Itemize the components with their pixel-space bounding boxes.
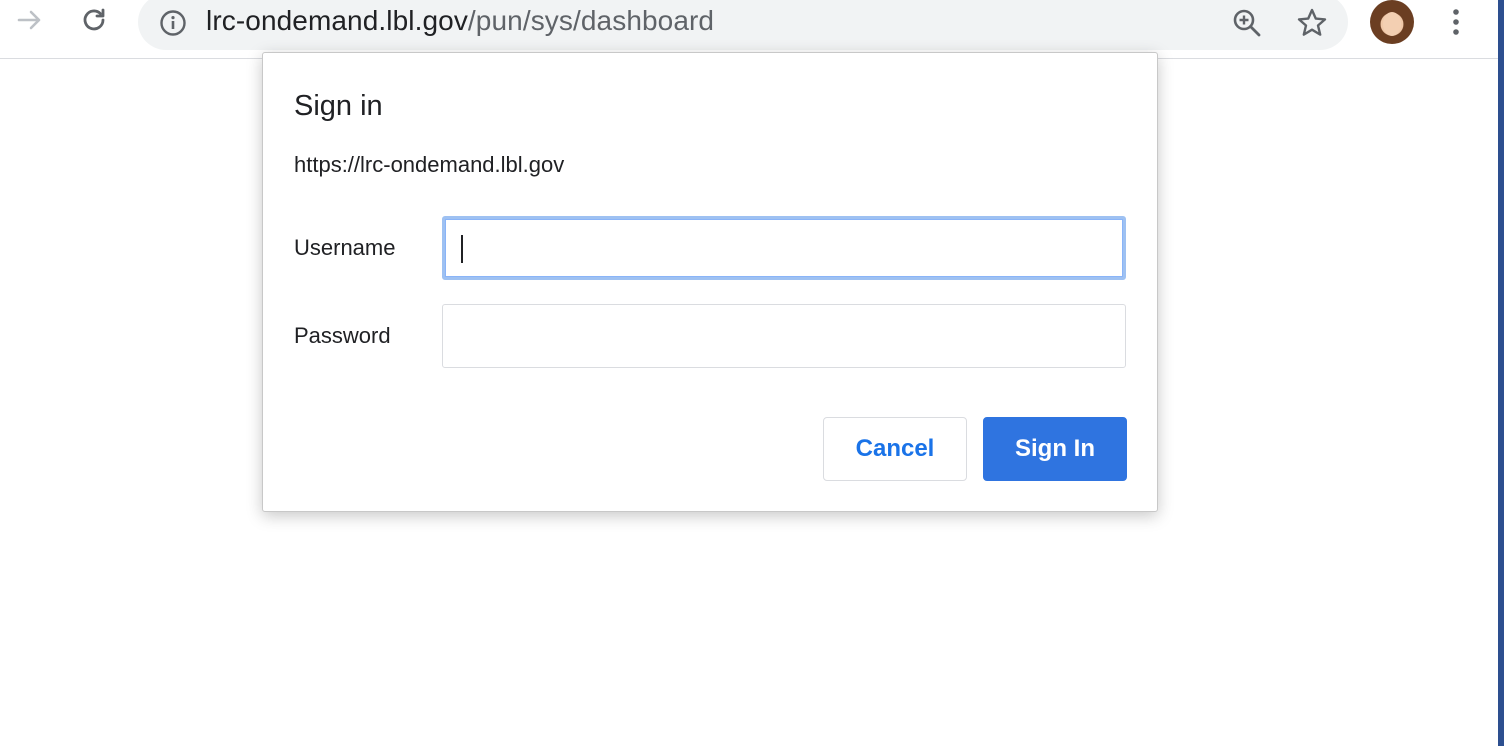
dialog-origin: https://lrc-ondemand.lbl.gov [294,152,565,177]
url-text[interactable]: lrc-ondemand.lbl.gov/pun/sys/dashboard [206,4,714,38]
password-field[interactable] [442,304,1126,368]
password-label: Password [294,323,391,348]
forward-arrow-icon [15,5,45,40]
info-icon[interactable] [158,8,188,38]
zoom-in-icon[interactable] [1231,7,1263,39]
sign-in-button[interactable]: Sign In [983,417,1127,481]
reload-button[interactable] [76,4,112,40]
browser-toolbar: lrc-ondemand.lbl.gov/pun/sys/dashboard [0,0,1504,59]
dialog-title: Sign in [294,90,383,122]
sign-in-dialog: Sign in https://lrc-ondemand.lbl.gov Use… [262,52,1158,512]
profile-avatar[interactable] [1370,0,1414,44]
url-host: lrc-ondemand.lbl.gov [206,5,468,36]
address-bar[interactable]: lrc-ondemand.lbl.gov/pun/sys/dashboard [138,0,1348,50]
cancel-button[interactable]: Cancel [823,417,967,481]
forward-button[interactable] [12,4,48,40]
url-path: /pun/sys/dashboard [467,5,715,36]
avatar-face [1383,12,1401,36]
reload-icon [78,4,110,41]
username-label: Username [294,235,396,260]
star-icon[interactable] [1296,7,1328,39]
username-field[interactable] [442,216,1126,280]
window-edge [1498,0,1504,746]
kebab-menu-icon[interactable] [1440,4,1472,40]
text-caret [461,235,463,263]
